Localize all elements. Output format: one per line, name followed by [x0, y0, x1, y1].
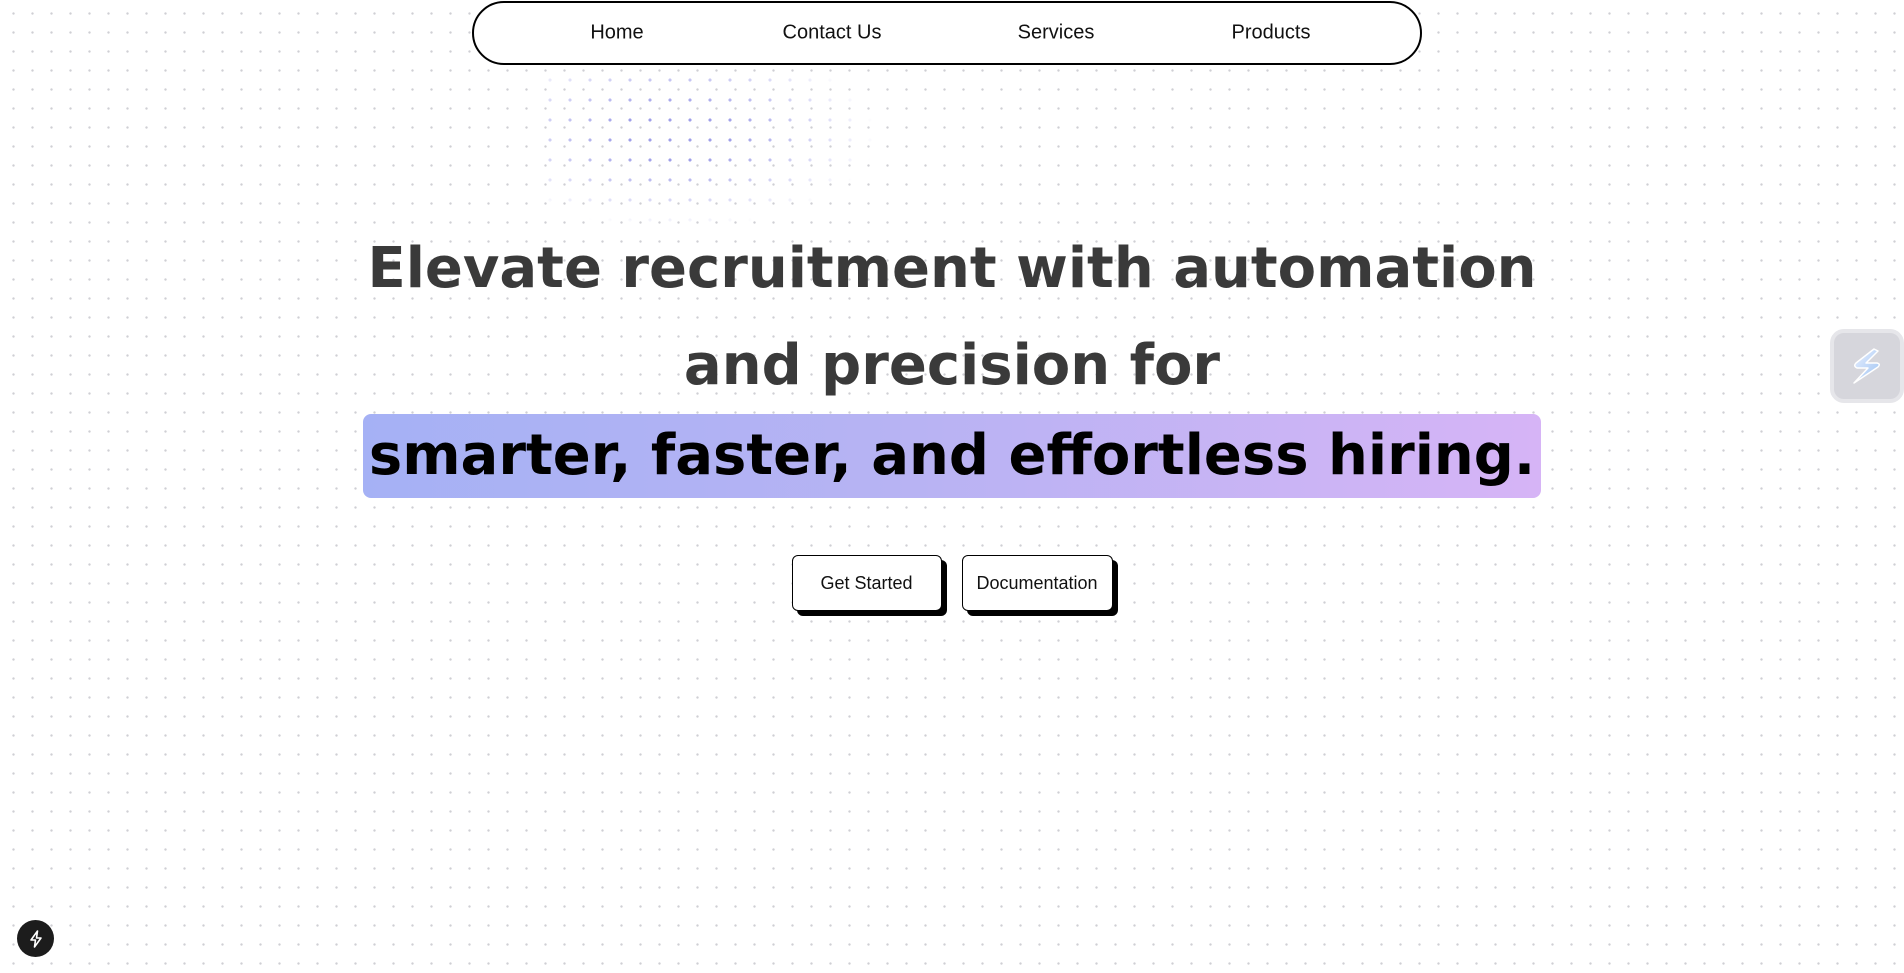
nav-services-link[interactable]: Services: [1018, 22, 1095, 45]
decorative-dot-pattern: [540, 70, 880, 230]
hero-highlighted-text: smarter, faster, and effortless hiring.: [362, 414, 1542, 498]
documentation-button[interactable]: Documentation: [961, 555, 1113, 611]
s-logo-icon: [1853, 348, 1881, 384]
page: Home Contact Us Services Products Elevat…: [0, 0, 1904, 973]
corner-badge-button[interactable]: [17, 920, 54, 957]
side-widget-button[interactable]: [1830, 329, 1904, 403]
hero-headline-line-2: and precision for: [683, 333, 1221, 398]
top-navbar: Home Contact Us Services Products: [472, 1, 1422, 65]
get-started-button[interactable]: Get Started: [791, 555, 942, 611]
nav-home-link[interactable]: Home: [590, 22, 643, 45]
hero-section: Elevate recruitment with automation and …: [0, 220, 1904, 498]
nav-products-link[interactable]: Products: [1232, 22, 1311, 45]
bolt-icon: [29, 929, 42, 948]
hero-headline-line-1: Elevate recruitment with automation: [367, 236, 1537, 301]
nav-contact-us-link[interactable]: Contact Us: [783, 22, 882, 45]
hero-actions: Get Started Documentation: [0, 555, 1904, 611]
